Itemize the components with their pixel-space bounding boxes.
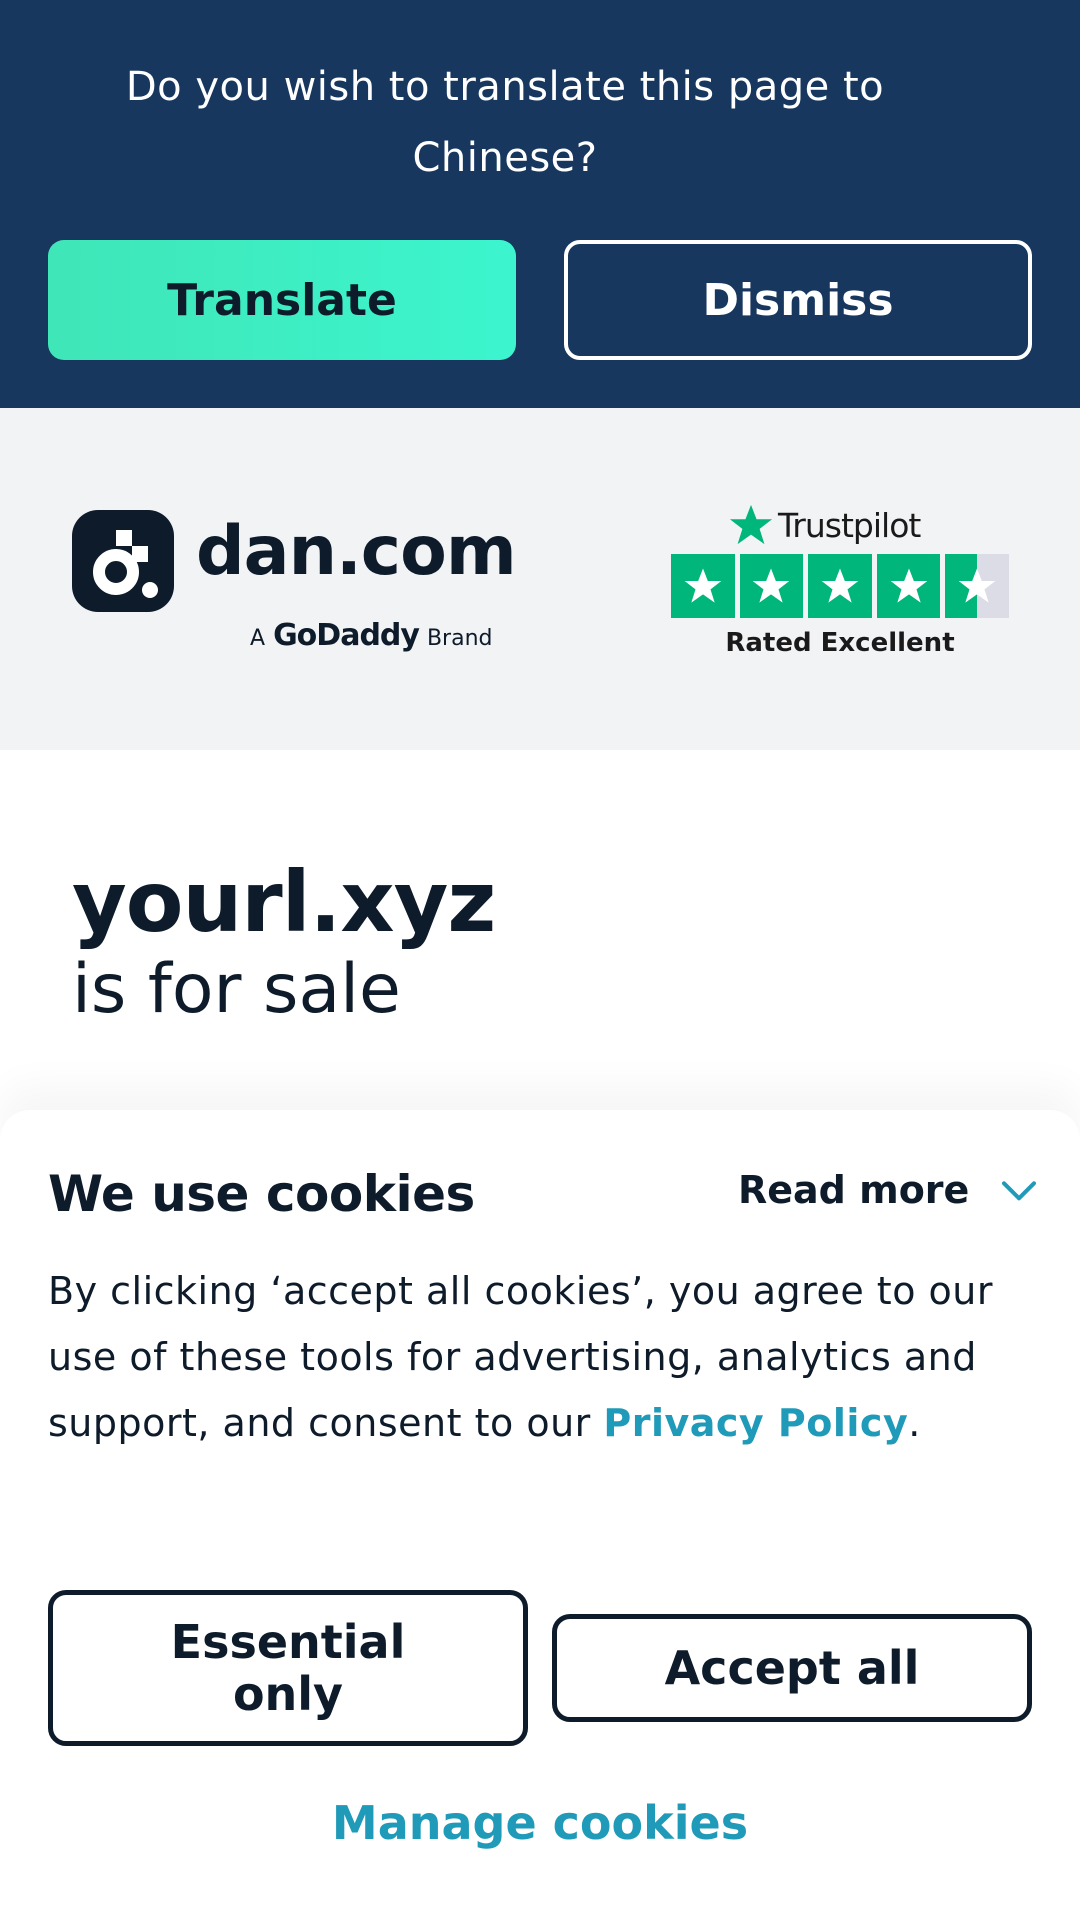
trustpilot-star-icon [729, 504, 773, 545]
logo-text[interactable]: dan.com [196, 512, 517, 592]
accept-all-button[interactable]: Accept all [552, 1614, 1032, 1722]
star-icon [958, 568, 996, 603]
read-more-toggle[interactable]: Read more [738, 1168, 1039, 1212]
trustpilot-star-5-partial [945, 554, 1009, 618]
cookie-body-end: . [908, 1401, 921, 1445]
translate-question: Do you wish to translate this page to Ch… [125, 64, 885, 181]
star-icon [821, 568, 859, 603]
domain-hero: yourl.xyz is for sale [0, 750, 1080, 1110]
trustpilot-star-4 [876, 554, 941, 618]
brand-suffix: Brand [426, 626, 493, 651]
trustpilot-label: Trustpilot [778, 505, 921, 545]
cookie-consent-panel: We use cookies Read more By clicking ‘ac… [0, 1110, 1080, 1920]
cookie-body-text: By clicking ‘accept all cookies’, you ag… [48, 1258, 1038, 1456]
manage-cookies-link[interactable]: Manage cookies [0, 1796, 1080, 1850]
dan-logo-icon[interactable] [72, 510, 174, 612]
read-more-label: Read more [738, 1168, 970, 1212]
trustpilot-logo[interactable]: Trustpilot [728, 502, 921, 548]
privacy-policy-link[interactable]: Privacy Policy [603, 1401, 908, 1445]
translate-banner: Do you wish to translate this page to Ch… [0, 0, 1080, 408]
cookie-title: We use cookies [48, 1165, 475, 1223]
trustpilot-rating-text: Rated Excellent [725, 628, 955, 658]
brand-prefix: A [250, 626, 266, 651]
trustpilot-star-2 [739, 554, 804, 618]
dismiss-button[interactable]: Dismiss [564, 240, 1032, 360]
domain-name: yourl.xyz [72, 853, 496, 951]
godaddy-brand-line: A GoDaddy Brand [250, 618, 494, 653]
site-header: dan.com A GoDaddy Brand Trustpilot Rated… [0, 408, 1080, 750]
essential-only-button[interactable]: Essential only [48, 1590, 528, 1746]
translate-button[interactable]: Translate [48, 240, 516, 360]
godaddy-logo-text: GoDaddy [273, 618, 420, 653]
for-sale-text: is for sale [72, 950, 401, 1029]
trustpilot-stars [671, 554, 1009, 618]
trustpilot-star-3 [808, 554, 872, 618]
trustpilot-star-1 [671, 554, 735, 618]
star-icon [753, 568, 790, 603]
star-icon [890, 568, 927, 603]
star-icon [684, 568, 722, 603]
chevron-down-icon [1002, 1181, 1037, 1201]
